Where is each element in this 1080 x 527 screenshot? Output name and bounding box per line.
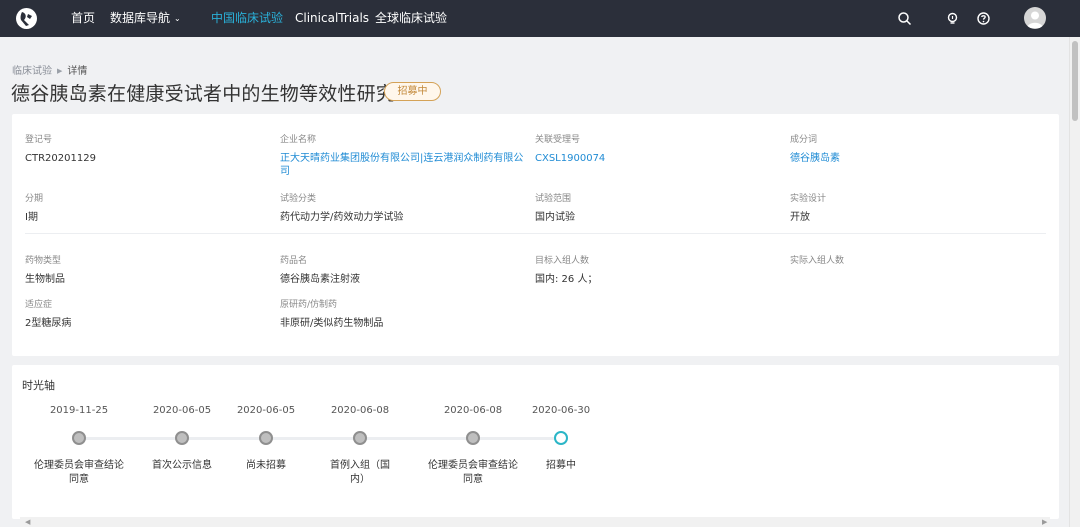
timeline-dot-current <box>554 431 568 445</box>
field-actual-enroll: 实际入组人数 <box>790 253 844 273</box>
field-label: 原研药/仿制药 <box>280 300 338 310</box>
acceptance-no-link[interactable]: CXSL1900074 <box>535 152 605 165</box>
field-value: 非原研/类似药生物制品 <box>280 318 384 329</box>
chevron-down-icon: ⌄ <box>174 14 181 23</box>
trial-info-card: 登记号 CTR20201129 企业名称 正大天晴药业集团股份有限公司|连云港润… <box>12 114 1059 356</box>
top-navbar: 首页 数据库导航 ⌄ 中国临床试验 ClinicalTrials 全球临床试验 <box>0 0 1080 37</box>
field-label: 适应症 <box>25 300 53 310</box>
timeline-title: 时光轴 <box>22 379 55 392</box>
timeline-date: 2020-06-30 <box>531 405 591 416</box>
field-label: 药品名 <box>280 256 308 266</box>
field-value: 开放 <box>790 212 810 223</box>
field-original: 原研药/仿制药 非原研/类似药生物制品 <box>280 297 383 330</box>
field-value: I期 <box>25 212 38 223</box>
scrollbar-thumb[interactable] <box>1072 41 1078 121</box>
search-icon[interactable] <box>897 11 912 26</box>
nav-database-label: 数据库导航 <box>110 11 171 25</box>
field-drug-name: 药品名 德谷胰岛素注射液 <box>280 253 360 286</box>
timeline-track <box>79 437 561 440</box>
timeline-dot <box>175 431 189 445</box>
help-icon[interactable] <box>976 11 991 26</box>
timeline-label: 首次公示信息 <box>152 460 212 471</box>
field-value: 生物制品 <box>25 274 65 285</box>
field-design: 实验设计 开放 <box>790 191 826 224</box>
nav-global-trials[interactable]: 全球临床试验 <box>375 0 447 37</box>
field-label: 实验设计 <box>790 194 827 204</box>
bulb-icon[interactable] <box>945 11 960 26</box>
scroll-right-icon[interactable]: ▶ <box>1042 518 1047 526</box>
breadcrumb-current: 详情 <box>67 66 88 77</box>
field-ingredient: 成分词 德谷胰岛素 <box>790 132 840 165</box>
page-title: 德谷胰岛素在健康受试者中的生物等效性研究 <box>11 83 396 105</box>
field-label: 目标入组人数 <box>535 256 590 266</box>
nav-database-menu[interactable]: 数据库导航 ⌄ <box>110 0 181 37</box>
nav-clinicaltrials[interactable]: ClinicalTrials <box>295 0 369 37</box>
timeline-label: 招募中 <box>546 460 576 471</box>
scroll-left-icon[interactable]: ◀ <box>25 518 30 526</box>
field-acceptance-no: 关联受理号 CXSL1900074 <box>535 132 605 165</box>
field-trial-type: 试验分类 药代动力学/药效动力学试验 <box>280 191 403 224</box>
timeline-label: 尚未招募 <box>246 460 286 471</box>
timeline-date: 2020-06-08 <box>330 405 390 416</box>
field-label: 实际入组人数 <box>790 256 845 266</box>
timeline-label: 首例入组（国内） <box>330 460 390 485</box>
field-drug-type: 药物类型 生物制品 <box>25 253 65 286</box>
field-phase: 分期 I期 <box>25 191 43 224</box>
field-value: 2型糖尿病 <box>25 318 72 329</box>
field-indication: 适应症 2型糖尿病 <box>25 297 71 330</box>
field-reg-no: 登记号 CTR20201129 <box>25 132 96 165</box>
field-label: 试验范围 <box>535 194 572 204</box>
timeline-card: 时光轴 2019-11-25 伦理委员会审查结论同意 2020-06-05 首次… <box>12 365 1059 519</box>
field-label: 试验分类 <box>280 194 317 204</box>
field-label: 登记号 <box>25 135 53 145</box>
divider <box>25 233 1046 234</box>
field-value: 药代动力学/药效动力学试验 <box>280 212 404 223</box>
field-label: 企业名称 <box>280 135 317 145</box>
field-value: CTR20201129 <box>25 153 96 164</box>
horizontal-scrollbar[interactable] <box>20 517 1050 527</box>
field-label: 药物类型 <box>25 256 62 266</box>
timeline-dot <box>72 431 86 445</box>
breadcrumb: 临床试验 ▶ 详情 <box>12 62 87 77</box>
company-link[interactable]: 正大天晴药业集团股份有限公司|连云港润众制药有限公司 <box>280 152 525 178</box>
field-scope: 试验范围 国内试验 <box>535 191 575 224</box>
logo-icon[interactable] <box>16 8 37 29</box>
field-label: 关联受理号 <box>535 135 581 145</box>
field-company: 企业名称 正大天晴药业集团股份有限公司|连云港润众制药有限公司 <box>280 132 525 178</box>
field-value: 德谷胰岛素注射液 <box>280 274 360 285</box>
ingredient-link[interactable]: 德谷胰岛素 <box>790 152 840 165</box>
field-value: 国内: 26 人； <box>535 274 598 285</box>
user-avatar[interactable] <box>1024 7 1046 29</box>
field-target-enroll: 目标入组人数 国内: 26 人； <box>535 253 597 286</box>
timeline-label: 伦理委员会审查结论同意 <box>428 460 518 485</box>
field-value: 国内试验 <box>535 212 575 223</box>
field-label: 分期 <box>25 194 44 204</box>
breadcrumb-root[interactable]: 临床试验 <box>12 66 52 77</box>
timeline-dot <box>259 431 273 445</box>
timeline-label: 伦理委员会审查结论同意 <box>34 460 124 485</box>
vertical-scrollbar[interactable] <box>1069 37 1080 527</box>
timeline-dot <box>353 431 367 445</box>
timeline-dot <box>466 431 480 445</box>
status-badge: 招募中 <box>384 82 441 101</box>
timeline-date: 2019-11-25 <box>49 405 109 416</box>
breadcrumb-arrow-icon: ▶ <box>57 67 63 75</box>
nav-china-trials[interactable]: 中国临床试验 <box>211 0 283 37</box>
field-label: 成分词 <box>790 135 818 145</box>
nav-home[interactable]: 首页 <box>71 0 95 37</box>
